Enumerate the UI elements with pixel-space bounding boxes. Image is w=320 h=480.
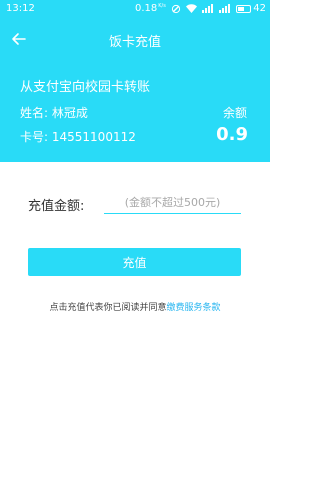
agreement-notice: 点击充值代表你已阅读并同意缴费服务条款 (0, 300, 270, 313)
balance-label: 余额 (222, 106, 247, 120)
card-number-label: 卡号: (20, 130, 49, 144)
name-label: 姓名: (20, 106, 49, 120)
wifi-icon (186, 4, 198, 13)
name-value: 林冠成 (51, 106, 88, 120)
balance-value: 0.9 (216, 124, 248, 145)
service-terms-link[interactable]: 缴费服务条款 (167, 303, 221, 313)
amount-input[interactable] (104, 192, 241, 214)
transfer-title: 从支付宝向校园卡转账 (20, 80, 151, 95)
nav-bar: 饭卡充值 (0, 22, 270, 56)
card-number-value: 14551100112 (51, 130, 136, 144)
nfc-icon (171, 4, 181, 14)
recharge-button[interactable]: 充值 (28, 248, 241, 276)
signal-icon-2 (219, 4, 231, 13)
amount-label: 充值金额: (28, 199, 85, 214)
status-bar: 13:12 0.18 K/s 42 (0, 0, 270, 18)
header-panel: 13:12 0.18 K/s 42 饭卡充值 从支付宝向校园卡转账 姓名: 林冠… (0, 0, 270, 162)
status-icons: 0.18 K/s 42 (135, 3, 266, 14)
status-time: 13:12 (6, 3, 35, 14)
agreement-text: 点击充值代表你已阅读并同意 (49, 303, 167, 313)
battery-icon: 42 (236, 3, 266, 14)
name-row: 姓名: 林冠成 (20, 104, 88, 121)
card-number-row: 卡号: 14551100112 (20, 128, 136, 145)
signal-icon-1 (202, 4, 214, 13)
battery-level: 42 (253, 3, 266, 14)
network-speed: 0.18 K/s (135, 3, 166, 14)
page-title: 饭卡充值 (108, 35, 161, 50)
